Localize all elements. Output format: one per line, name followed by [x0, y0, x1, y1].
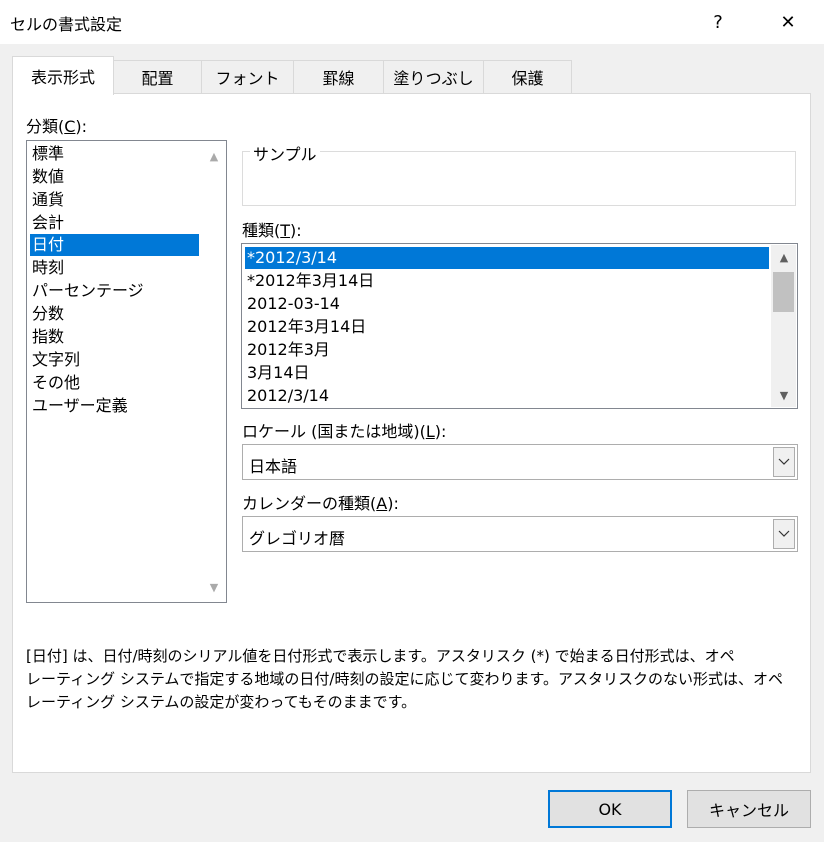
label-text: 分類(: [26, 117, 65, 136]
tab-label: フォント: [215, 69, 280, 88]
label-text: 種類(: [242, 221, 281, 240]
locale-label: ロケール (国または地域)(L):: [242, 418, 446, 442]
label-text: ):: [434, 422, 447, 441]
tab-fill[interactable]: 塗りつぶし: [383, 60, 484, 93]
help-icon: ?: [713, 11, 723, 33]
description-line: レーティング システムの設定が変わってもそのままです。: [26, 693, 417, 711]
label-text: ):: [75, 117, 88, 136]
calendar-value: グレゴリオ暦: [249, 529, 346, 548]
description-line: レーティング システムで指定する地域の日付/時刻の設定に応じて変わります。アスタ…: [26, 670, 783, 688]
type-label: 種類(T):: [242, 217, 302, 241]
type-scrollbar[interactable]: [771, 245, 796, 407]
type-list[interactable]: *2012/3/14 *2012年3月14日 2012-03-14 2012年3…: [241, 243, 798, 409]
tab-font[interactable]: フォント: [201, 60, 294, 93]
tab-number-format[interactable]: 表示形式: [12, 56, 114, 95]
sample-box: [242, 151, 796, 206]
locale-value: 日本語: [249, 457, 298, 476]
label-text: カレンダーの種類(: [242, 494, 377, 513]
window-title: セルの書式設定: [10, 15, 123, 34]
list-item[interactable]: 時刻: [30, 257, 64, 279]
list-item[interactable]: 2012年3月: [245, 339, 330, 361]
list-item[interactable]: 数値: [30, 166, 64, 188]
list-item[interactable]: 分数: [30, 303, 64, 325]
cancel-button[interactable]: キャンセル: [687, 790, 811, 828]
list-item[interactable]: パーセンテージ: [30, 280, 144, 302]
category-label: 分類(C):: [26, 113, 87, 137]
tab-label: 表示形式: [30, 68, 95, 87]
list-item[interactable]: 2012-03-14: [245, 293, 340, 315]
tab-label: 塗りつぶし: [393, 69, 474, 88]
list-item[interactable]: 会計: [30, 212, 64, 234]
list-item-selected[interactable]: 日付: [30, 234, 199, 256]
accesskey: T: [280, 221, 291, 240]
chevron-down-icon[interactable]: [773, 519, 795, 549]
ok-button[interactable]: OK: [548, 790, 672, 828]
list-item[interactable]: 標準: [30, 143, 64, 165]
list-item[interactable]: *2012年3月14日: [245, 270, 374, 292]
chevron-down-icon[interactable]: [773, 447, 795, 477]
list-item[interactable]: その他: [30, 372, 80, 394]
list-item[interactable]: 2012年3月14日: [245, 316, 366, 338]
scrollbar-thumb[interactable]: [773, 272, 794, 312]
locale-select[interactable]: 日本語: [242, 444, 798, 480]
calendar-label: カレンダーの種類(A):: [242, 490, 399, 514]
list-item[interactable]: 指数: [30, 326, 64, 348]
scroll-down-icon[interactable]: ▼: [204, 578, 224, 596]
label-text: ):: [290, 221, 302, 240]
tab-alignment[interactable]: 配置: [113, 60, 202, 93]
list-item[interactable]: 通貨: [30, 189, 64, 211]
tab-border[interactable]: 罫線: [293, 60, 384, 93]
list-item[interactable]: 2012/3/14: [245, 385, 329, 407]
scroll-up-icon[interactable]: ▲: [204, 147, 224, 165]
list-item-selected[interactable]: *2012/3/14: [245, 247, 769, 269]
description-text: [日付] は、日付/時刻のシリアル値を日付形式で表示します。アスタリスク (*)…: [26, 645, 810, 714]
description-line: [日付] は、日付/時刻のシリアル値を日付形式で表示します。アスタリスク (*)…: [26, 647, 735, 665]
tab-label: 保護: [511, 69, 544, 88]
tab-protection[interactable]: 保護: [483, 60, 572, 93]
calendar-select[interactable]: グレゴリオ暦: [242, 516, 798, 552]
sample-label: サンプル: [250, 141, 320, 165]
label-text: ):: [387, 494, 399, 513]
close-icon: ✕: [780, 11, 796, 33]
close-button[interactable]: ✕: [758, 0, 818, 44]
label-text: ロケール (国または地域)(: [242, 422, 426, 441]
list-item[interactable]: ユーザー定義: [30, 395, 128, 417]
category-list[interactable]: 標準 数値 通貨 会計 日付 時刻 パーセンテージ 分数 指数 文字列 その他 …: [26, 140, 227, 603]
scroll-down-icon[interactable]: ▼: [774, 386, 794, 404]
accesskey: A: [376, 494, 388, 513]
tab-label: 配置: [141, 69, 174, 88]
accesskey: C: [64, 117, 76, 136]
list-item[interactable]: 文字列: [30, 349, 80, 371]
list-item[interactable]: 3月14日: [245, 362, 310, 384]
help-button[interactable]: ?: [688, 0, 748, 44]
accesskey: L: [425, 422, 435, 441]
scroll-up-icon[interactable]: ▲: [774, 248, 794, 266]
tab-label: 罫線: [322, 69, 355, 88]
